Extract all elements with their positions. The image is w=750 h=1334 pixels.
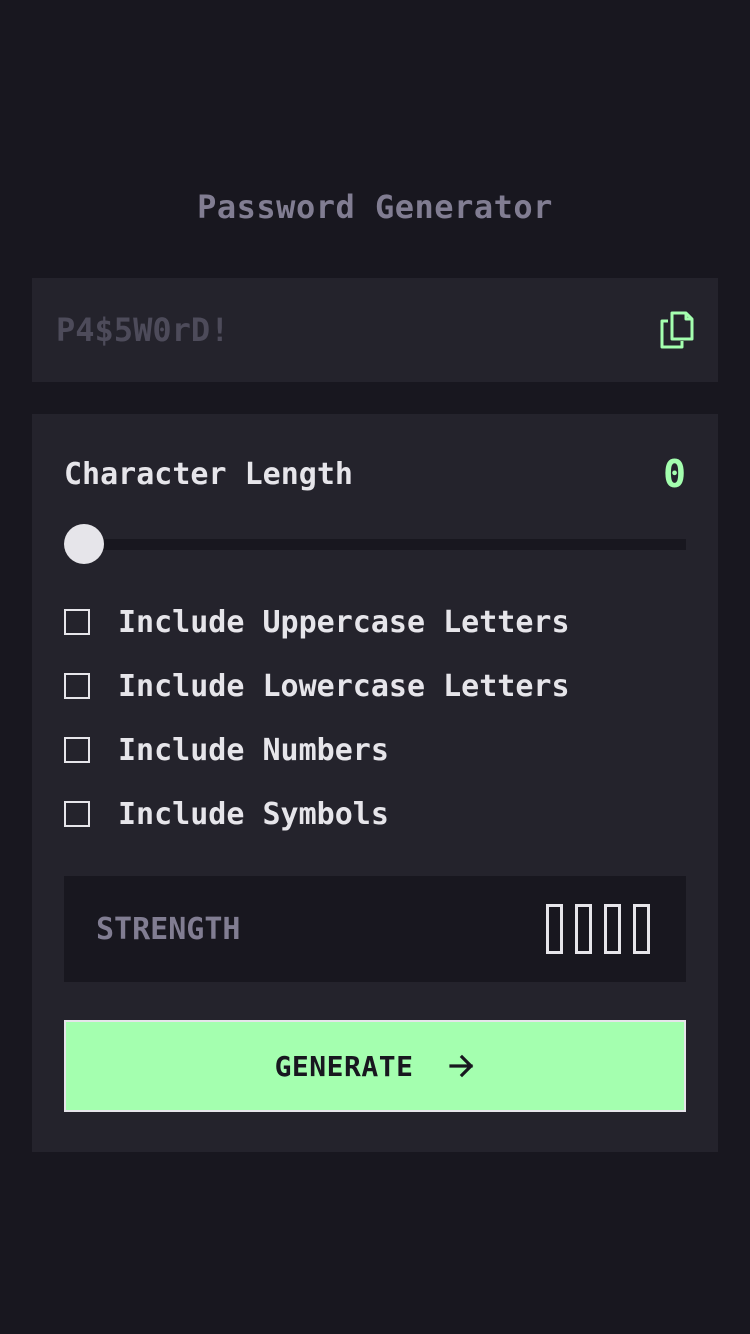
option-label: Include Lowercase Letters — [118, 668, 570, 704]
numbers-checkbox[interactable] — [64, 737, 90, 763]
strength-bar — [633, 904, 650, 954]
strength-label: STRENGTH — [96, 911, 241, 947]
generator-panel: Character Length 0 Include Uppercase Let… — [32, 414, 718, 1152]
strength-bar — [575, 904, 592, 954]
option-label: Include Symbols — [118, 796, 389, 832]
strength-bars — [546, 904, 650, 954]
copy-button[interactable] — [660, 311, 694, 349]
option-label: Include Uppercase Letters — [118, 604, 570, 640]
length-slider[interactable] — [64, 524, 686, 564]
lowercase-checkbox[interactable] — [64, 673, 90, 699]
option-numbers[interactable]: Include Numbers — [64, 724, 686, 776]
generate-label: GENERATE — [274, 1049, 414, 1083]
length-value: 0 — [663, 452, 686, 496]
strength-bar — [604, 904, 621, 954]
copy-icon — [660, 311, 694, 349]
slider-track[interactable] — [64, 539, 686, 550]
strength-bar — [546, 904, 563, 954]
uppercase-checkbox[interactable] — [64, 609, 90, 635]
slider-thumb[interactable] — [64, 524, 104, 564]
option-label: Include Numbers — [118, 732, 389, 768]
length-row: Character Length 0 — [64, 452, 686, 496]
arrow-right-icon — [449, 1054, 475, 1078]
option-uppercase[interactable]: Include Uppercase Letters — [64, 596, 686, 648]
option-symbols[interactable]: Include Symbols — [64, 788, 686, 840]
option-lowercase[interactable]: Include Lowercase Letters — [64, 660, 686, 712]
length-label: Character Length — [64, 456, 353, 492]
password-output: P4$5W0rD! — [32, 278, 718, 382]
page-title: Password Generator — [197, 188, 553, 226]
symbols-checkbox[interactable] — [64, 801, 90, 827]
password-text: P4$5W0rD! — [56, 311, 230, 349]
options-list: Include Uppercase Letters Include Lowerc… — [64, 596, 686, 852]
strength-meter: STRENGTH — [64, 876, 686, 982]
generate-button[interactable]: GENERATE — [64, 1020, 686, 1112]
